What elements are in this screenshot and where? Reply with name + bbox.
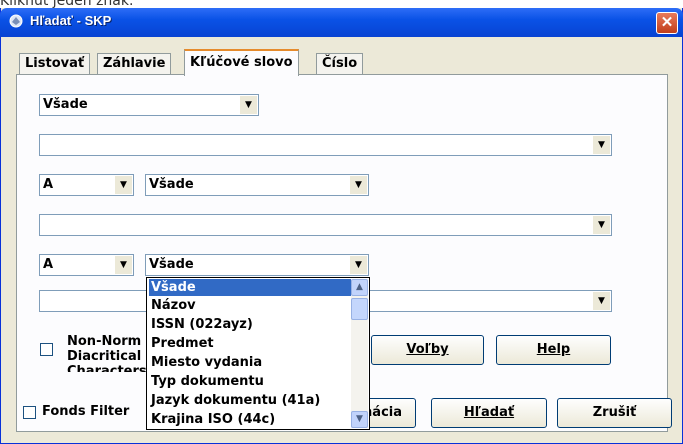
dropdown-scrollbar[interactable]: ▲ ▼ xyxy=(351,279,368,428)
diacritical-label: Diacritical xyxy=(67,349,142,364)
dropdown-option[interactable]: Všade xyxy=(149,279,351,296)
close-icon: ✕ xyxy=(660,14,674,31)
operator-select-2[interactable]: A ▼ xyxy=(39,174,134,196)
field-dropdown-list[interactable]: Všade Názov ISSN (022ayz) Predmet Miesto… xyxy=(146,277,370,430)
help-button[interactable]: Help xyxy=(496,335,611,365)
chevron-down-icon: ▼ xyxy=(350,256,367,274)
dropdown-option[interactable]: Jazyk dokumentu (41a) xyxy=(149,392,351,409)
field-select-1-value: Všade xyxy=(43,97,88,112)
dropdown-option[interactable]: ISSN (022ayz) xyxy=(149,316,351,333)
options-button[interactable]: Voľby xyxy=(371,335,484,365)
operator-2-value: A xyxy=(43,177,54,192)
scroll-down-icon[interactable]: ▼ xyxy=(351,411,368,428)
scroll-thumb[interactable] xyxy=(351,298,368,320)
app-icon xyxy=(8,13,24,29)
dropdown-option[interactable]: Krajina ISO (44c) xyxy=(149,411,351,428)
field-select-3-value: Všade xyxy=(149,257,194,272)
tab-zahlavie[interactable]: Záhlavie xyxy=(97,53,172,75)
operator-3-value: A xyxy=(43,257,54,272)
chevron-down-icon: ▼ xyxy=(593,136,610,154)
non-norm-label: Non-Norm xyxy=(67,334,142,349)
dropdown-option[interactable]: Miesto vydania xyxy=(149,354,351,371)
tab-listovat[interactable]: Listovať xyxy=(19,53,91,75)
search-button[interactable]: Hľadať xyxy=(431,398,547,428)
search-term-input-2[interactable]: ▼ xyxy=(39,214,612,236)
chevron-down-icon: ▼ xyxy=(593,216,610,234)
characters-label: Characters xyxy=(67,364,147,372)
tab-klucove-slovo[interactable]: Kľúčové slovo xyxy=(184,49,299,76)
fonds-filter-label: Fonds Filter xyxy=(42,404,130,419)
fonds-filter-checkbox[interactable] xyxy=(23,406,36,419)
non-norm-checkbox[interactable] xyxy=(40,343,53,356)
field-select-3[interactable]: Všade ▼ xyxy=(145,254,369,276)
chevron-down-icon: ▼ xyxy=(593,292,610,310)
dropdown-option[interactable]: Predmet xyxy=(149,335,351,352)
chevron-down-icon: ▼ xyxy=(350,176,367,194)
cancel-button[interactable]: Zrušiť xyxy=(557,398,672,428)
field-select-2[interactable]: Všade ▼ xyxy=(145,174,369,196)
tab-cislo[interactable]: Číslo xyxy=(316,53,364,75)
chevron-down-icon: ▼ xyxy=(115,256,132,274)
operator-select-3[interactable]: A ▼ xyxy=(39,254,134,276)
scroll-up-icon[interactable]: ▲ xyxy=(351,279,368,296)
field-select-2-value: Všade xyxy=(149,177,194,192)
chevron-down-icon: ▼ xyxy=(240,96,257,114)
chevron-down-icon: ▼ xyxy=(115,176,132,194)
search-term-input-1[interactable]: ▼ xyxy=(39,134,612,156)
dropdown-option[interactable]: Typ dokumentu xyxy=(149,373,351,390)
close-button[interactable]: ✕ xyxy=(656,12,678,34)
window-title: Hľadať - SKP xyxy=(30,13,112,28)
dropdown-option[interactable]: Názov xyxy=(149,297,351,314)
field-select-1[interactable]: Všade ▼ xyxy=(39,94,259,116)
